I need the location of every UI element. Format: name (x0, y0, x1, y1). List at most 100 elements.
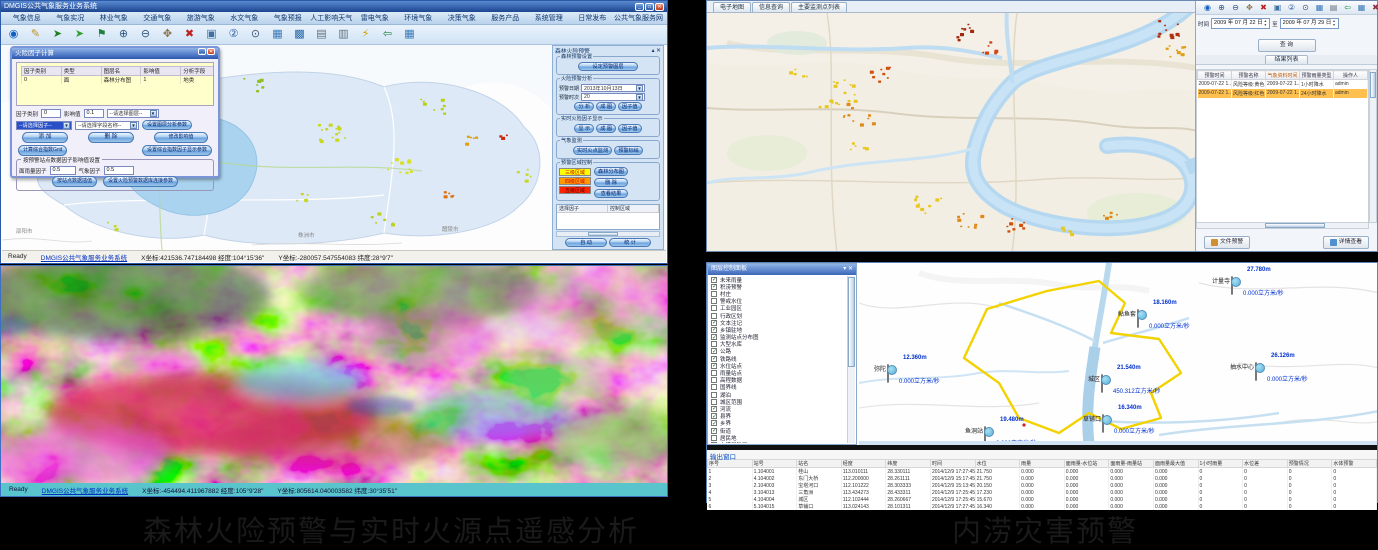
table-row[interactable]: 0面森林分布图1地类 (22, 76, 215, 85)
column-header[interactable]: 类型 (61, 67, 101, 76)
table-row[interactable]: 43.104013三角洲113.43427328.4333112014/12/9… (708, 489, 1377, 496)
menu-item[interactable]: 日常发布 (571, 13, 615, 23)
map-image-icon[interactable]: ▦ (270, 27, 285, 42)
image-icon[interactable]: ▦ (1356, 2, 1367, 13)
layer-checkbox[interactable] (711, 363, 717, 369)
table-row[interactable]: 54.104004城区112.10244428.2606672014/12/9 … (708, 496, 1377, 503)
layer-checkbox[interactable] (711, 313, 717, 319)
back-icon[interactable]: ⇦ (1342, 2, 1353, 13)
close-icon[interactable]: ✕ (848, 266, 853, 272)
save-icon[interactable]: ▤ (1328, 2, 1339, 13)
column-header[interactable]: 分析字段 (181, 67, 214, 76)
close-button[interactable]: ✕ (655, 3, 664, 11)
layer-checkbox[interactable] (711, 428, 717, 434)
panel-hscrollbar[interactable] (556, 231, 660, 237)
map-tab[interactable]: 主要监测点列表 (791, 2, 847, 12)
zoom-out-icon[interactable]: ⊖ (1230, 2, 1241, 13)
menu-item[interactable]: 林业气象 (92, 13, 136, 23)
results-vscrollbar[interactable] (1369, 69, 1377, 223)
layer-vscrollbar[interactable] (847, 276, 855, 443)
layer-select[interactable]: --请选择图层--▼ (107, 109, 159, 118)
dialog-minimize-button[interactable]: _ (198, 48, 206, 55)
layers-icon[interactable]: ▩ (292, 27, 307, 42)
station-cylinder-icon[interactable] (1101, 375, 1103, 393)
layer-checkbox[interactable] (711, 370, 717, 376)
menu-item[interactable]: 气象实况 (49, 13, 93, 23)
layer-checkbox[interactable] (711, 334, 717, 340)
layer-checkbox[interactable] (711, 320, 717, 326)
show-button[interactable]: 显 示 (574, 124, 594, 133)
factor-value2-button[interactable]: 因子值 (618, 124, 642, 133)
chevron-down-icon[interactable]: ▼ (150, 110, 157, 117)
menu-item[interactable]: 人工影响天气 (310, 13, 354, 23)
view-result-button[interactable]: 查看结果 (594, 189, 628, 198)
layer-checkbox[interactable] (711, 341, 717, 347)
column-header[interactable]: 经度 (841, 460, 886, 468)
add-button[interactable]: 添 加 (22, 132, 68, 143)
layer-checkbox[interactable] (711, 442, 717, 443)
results-hscrollbar[interactable] (1196, 222, 1369, 229)
column-header[interactable]: 预警名称 (1232, 71, 1266, 80)
table-row[interactable]: 32.104003宝塔河口112.10122228.3033332014/12/… (708, 482, 1377, 489)
table-row[interactable]: 11.104001桂山113.01011128.3301112014/12/9 … (708, 468, 1377, 476)
hand-pan-icon[interactable]: ✥ (160, 27, 175, 42)
column-header[interactable]: 面雨量最大值 (1153, 460, 1198, 468)
column-header[interactable]: 纬度 (886, 460, 931, 468)
realtime-fire-button[interactable]: 实时火点监测 (573, 146, 612, 155)
panel-bottom-button[interactable]: 统 计 (609, 238, 651, 247)
db-connect-button[interactable]: 设置火险预警数据库连接参数 (103, 176, 178, 187)
map-tab[interactable]: 信息查询 (752, 2, 790, 12)
status-link[interactable]: DMGIS公共气象服务业务系统 (42, 485, 128, 495)
impact-input[interactable]: 0.1 (84, 109, 104, 118)
layer-item[interactable]: 内涝风险区 (709, 441, 847, 443)
table-row[interactable]: 24.104002东门大桥112.20000028.2611112014/12/… (708, 475, 1377, 482)
layer-checkbox[interactable] (711, 305, 717, 311)
image-icon[interactable]: ▦ (402, 27, 417, 42)
layer-checkbox[interactable] (711, 284, 717, 290)
station-cylinder-icon[interactable] (887, 365, 889, 383)
date-to-input[interactable]: 2009 年 07 月 29 日▲▼ (1280, 18, 1339, 29)
map-image-icon[interactable]: ▦ (1314, 2, 1325, 13)
zoom-in-icon[interactable]: ⊕ (1216, 2, 1227, 13)
analyze-button[interactable]: 分 析 (574, 102, 594, 111)
menu-item[interactable]: 水文气象 (223, 13, 267, 23)
window-icon[interactable]: ▣ (1272, 2, 1283, 13)
menu-item[interactable]: 环境气象 (397, 13, 441, 23)
delete-icon[interactable]: ✖ (182, 27, 197, 42)
met-factor-input[interactable]: 0.5 (104, 166, 134, 175)
layer-checkbox[interactable] (711, 277, 717, 283)
collapse-icon[interactable]: ▾ (843, 266, 846, 272)
make-map2-button[interactable]: 成 图 (596, 124, 616, 133)
set-warning-layer-button[interactable]: 设定预警图层 (578, 62, 638, 71)
close-icon[interactable]: ✖ (1370, 2, 1378, 13)
edit-pencil-icon[interactable]: ✎ (28, 27, 43, 42)
magnifier-icon[interactable]: ⊙ (248, 27, 263, 42)
two-icon[interactable]: ② (226, 27, 241, 42)
maximize-button[interactable]: □ (645, 3, 654, 11)
menu-item[interactable]: 雷电气象 (353, 13, 397, 23)
layer-checkbox[interactable] (711, 298, 717, 304)
chevron-down-icon[interactable]: ▼ (63, 122, 70, 129)
warning-time-select[interactable]: 20▼ (581, 93, 645, 101)
column-header[interactable]: 图层名 (101, 67, 141, 76)
map-tab[interactable]: 电子地图 (713, 2, 751, 12)
map-area[interactable]: 长沙市 邵阳市株洲市醴陵市 火险因子计算 _ ✕ 因子类别类型图层名影响值分析字… (2, 45, 666, 250)
menu-item[interactable]: 气象信息 (5, 13, 49, 23)
panel-bottom-button[interactable]: 自 动 (565, 238, 607, 247)
results-list[interactable]: 预警时间预警名称气象资料时间预警雨量类型操作人2009-07-22 1...风险… (1196, 69, 1369, 223)
forest-map-button[interactable]: 森林分布图 (594, 167, 628, 176)
delete-icon[interactable]: ✖ (1258, 2, 1269, 13)
column-header[interactable]: 面雨量-雨量站 (1109, 460, 1154, 468)
menu-item[interactable]: 服务产品 (484, 13, 528, 23)
interpolate-button[interactable]: 按站点数据插值 (52, 176, 97, 187)
column-header[interactable]: 气象资料时间 (1266, 71, 1300, 80)
layer-checkbox[interactable] (711, 384, 717, 390)
hand-pan-icon[interactable]: ✥ (1244, 2, 1255, 13)
column-header[interactable]: 站号 (752, 460, 797, 468)
flag-icon[interactable]: ⚑ (94, 27, 109, 42)
field-select[interactable]: --请选择字段名称--▼ (75, 121, 139, 130)
layer-checkbox[interactable] (711, 420, 717, 426)
factor-value-button[interactable]: 因子值 (618, 102, 642, 111)
layer-checkbox[interactable] (711, 413, 717, 419)
zoom-in-icon[interactable]: ⊕ (116, 27, 131, 42)
